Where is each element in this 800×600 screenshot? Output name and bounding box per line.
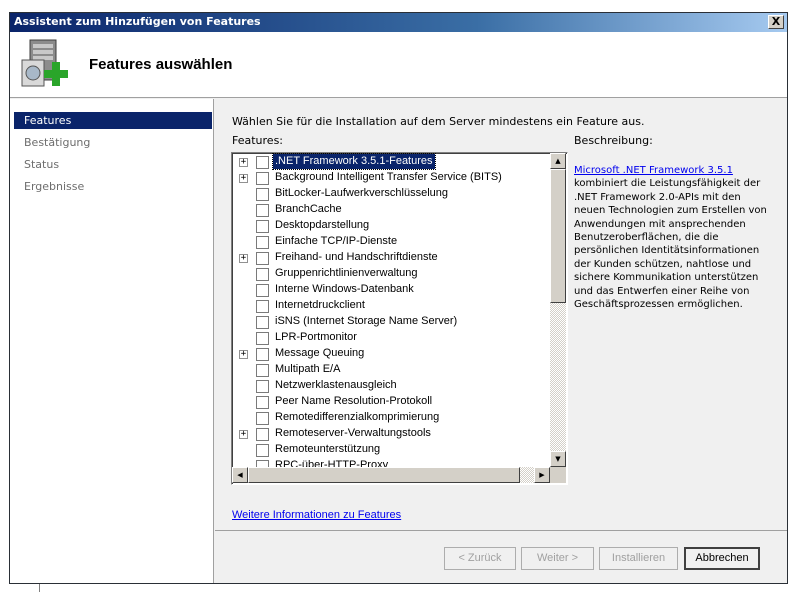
back-button[interactable]: < Zurück — [444, 547, 516, 570]
feature-row[interactable]: + .NET Framework 3.5.1-Features — [232, 153, 550, 170]
feature-label[interactable]: Remotedifferenzialkomprimierung — [273, 410, 441, 425]
close-button[interactable]: X — [768, 15, 784, 29]
expand-plus-icon[interactable]: + — [239, 158, 248, 167]
feature-checkbox[interactable] — [256, 332, 269, 345]
wizard-steps-sidebar: Features Bestätigung Status Ergebnisse — [10, 99, 214, 583]
description-panel: Microsoft .NET Framework 3.5.1 kombinier… — [574, 164, 774, 311]
feature-checkbox[interactable] — [256, 364, 269, 377]
server-add-icon — [21, 39, 68, 87]
cancel-button[interactable]: Abbrechen — [684, 547, 760, 570]
feature-checkbox[interactable] — [256, 380, 269, 393]
step-features[interactable]: Features — [14, 112, 212, 129]
step-bestaetigung[interactable]: Bestätigung — [14, 134, 212, 151]
feature-row[interactable]: Internetdruckclient — [232, 298, 550, 314]
feature-checkbox[interactable] — [256, 204, 269, 217]
feature-checkbox[interactable] — [256, 252, 269, 265]
feature-checkbox[interactable] — [256, 220, 269, 233]
feature-row[interactable]: iSNS (Internet Storage Name Server) — [232, 314, 550, 330]
title-bar[interactable]: Assistent zum Hinzufügen von Features X — [10, 13, 787, 32]
feature-label[interactable]: BranchCache — [273, 202, 344, 217]
expand-plus-icon[interactable]: + — [239, 430, 248, 439]
feature-row[interactable]: Interne Windows-Datenbank — [232, 282, 550, 298]
feature-row[interactable]: Einfache TCP/IP-Dienste — [232, 234, 550, 250]
feature-row[interactable]: Peer Name Resolution-Protokoll — [232, 394, 550, 410]
scroll-left-icon[interactable]: ◀ — [232, 467, 248, 483]
feature-checkbox[interactable] — [256, 348, 269, 361]
feature-label[interactable]: Gruppenrichtlinienverwaltung — [273, 266, 419, 281]
feature-checkbox[interactable] — [256, 284, 269, 297]
next-button[interactable]: Weiter > — [521, 547, 594, 570]
description-label: Beschreibung: — [574, 134, 653, 147]
expand-plus-icon[interactable]: + — [239, 350, 248, 359]
feature-row[interactable]: + Remoteserver-Verwaltungstools — [232, 426, 550, 442]
wizard-header: Features auswählen — [10, 32, 787, 98]
scroll-down-icon[interactable]: ▼ — [550, 451, 566, 467]
feature-row[interactable]: BitLocker-Laufwerkverschlüsselung — [232, 186, 550, 202]
feature-row[interactable]: + Background Intelligent Transfer Service… — [232, 170, 550, 186]
feature-label[interactable]: Background Intelligent Transfer Service … — [273, 170, 504, 185]
features-tree[interactable]: + .NET Framework 3.5.1-Features + Backgroun… — [231, 152, 568, 485]
description-text: kombiniert die Leistungsfähigkeit der .N… — [574, 178, 767, 311]
features-label: Features: — [232, 134, 284, 147]
scrollbar-corner — [550, 467, 566, 483]
feature-row[interactable]: Remoteunterstützung — [232, 442, 550, 458]
scroll-up-icon[interactable]: ▲ — [550, 153, 566, 169]
feature-label[interactable]: Multipath E/A — [273, 362, 342, 377]
feature-row[interactable]: BranchCache — [232, 202, 550, 218]
feature-label[interactable]: iSNS (Internet Storage Name Server) — [273, 314, 459, 329]
wizard-footer: < Zurück Weiter > Installieren Abbrechen — [215, 530, 787, 583]
feature-label[interactable]: Peer Name Resolution-Protokoll — [273, 394, 434, 409]
feature-checkbox[interactable] — [256, 268, 269, 281]
feature-checkbox[interactable] — [256, 300, 269, 313]
feature-label[interactable]: .NET Framework 3.5.1-Features — [272, 153, 436, 170]
feature-checkbox[interactable] — [256, 188, 269, 201]
feature-row[interactable]: Multipath E/A — [232, 362, 550, 378]
feature-label[interactable]: Interne Windows-Datenbank — [273, 282, 416, 297]
feature-row[interactable]: LPR-Portmonitor — [232, 330, 550, 346]
main-content: Wählen Sie für die Installation auf dem … — [215, 99, 787, 531]
step-ergebnisse[interactable]: Ergebnisse — [14, 178, 212, 195]
expand-plus-icon[interactable]: + — [239, 174, 248, 183]
feature-row[interactable]: + Message Queuing — [232, 346, 550, 362]
instruction-text: Wählen Sie für die Installation auf dem … — [232, 115, 645, 128]
feature-label[interactable]: Remoteunterstützung — [273, 442, 382, 457]
vertical-scroll-thumb[interactable] — [550, 169, 566, 303]
feature-checkbox[interactable] — [256, 316, 269, 329]
feature-checkbox[interactable] — [256, 444, 269, 457]
feature-checkbox[interactable] — [256, 428, 269, 441]
more-info-link[interactable]: Weitere Informationen zu Features — [232, 509, 401, 521]
feature-checkbox[interactable] — [256, 236, 269, 249]
feature-label[interactable]: BitLocker-Laufwerkverschlüsselung — [273, 186, 450, 201]
feature-label[interactable]: Desktopdarstellung — [273, 218, 371, 233]
feature-checkbox[interactable] — [256, 172, 269, 185]
wizard-window: Assistent zum Hinzufügen von Features X … — [9, 12, 788, 584]
feature-label[interactable]: Message Queuing — [273, 346, 366, 361]
vertical-scrollbar[interactable]: ▲ ▼ — [550, 153, 566, 467]
feature-label[interactable]: Internetdruckclient — [273, 298, 367, 313]
scroll-right-icon[interactable]: ▶ — [534, 467, 550, 483]
step-status[interactable]: Status — [14, 156, 212, 173]
feature-row[interactable]: Desktopdarstellung — [232, 218, 550, 234]
feature-row[interactable]: Gruppenrichtlinienverwaltung — [232, 266, 550, 282]
feature-label[interactable]: LPR-Portmonitor — [273, 330, 359, 345]
horizontal-scroll-thumb[interactable] — [248, 467, 520, 483]
feature-row[interactable]: Remotedifferenzialkomprimierung — [232, 410, 550, 426]
feature-row[interactable]: Netzwerklastenausgleich — [232, 378, 550, 394]
feature-checkbox[interactable] — [256, 412, 269, 425]
feature-label[interactable]: Freihand- und Handschriftdienste — [273, 250, 440, 265]
feature-checkbox[interactable] — [256, 396, 269, 409]
window-title: Assistent zum Hinzufügen von Features — [14, 15, 261, 28]
feature-row[interactable]: + Freihand- und Handschriftdienste — [232, 250, 550, 266]
expand-plus-icon[interactable]: + — [239, 254, 248, 263]
horizontal-scrollbar[interactable]: ◀ ▶ — [232, 467, 550, 483]
page-title: Features auswählen — [89, 56, 233, 73]
background-artifact — [39, 584, 40, 592]
feature-label[interactable]: Einfache TCP/IP-Dienste — [273, 234, 399, 249]
description-link[interactable]: Microsoft .NET Framework 3.5.1 — [574, 165, 733, 176]
feature-label[interactable]: Remoteserver-Verwaltungstools — [273, 426, 433, 441]
feature-label[interactable]: Netzwerklastenausgleich — [273, 378, 399, 393]
feature-checkbox[interactable] — [256, 156, 269, 169]
install-button[interactable]: Installieren — [599, 547, 678, 570]
